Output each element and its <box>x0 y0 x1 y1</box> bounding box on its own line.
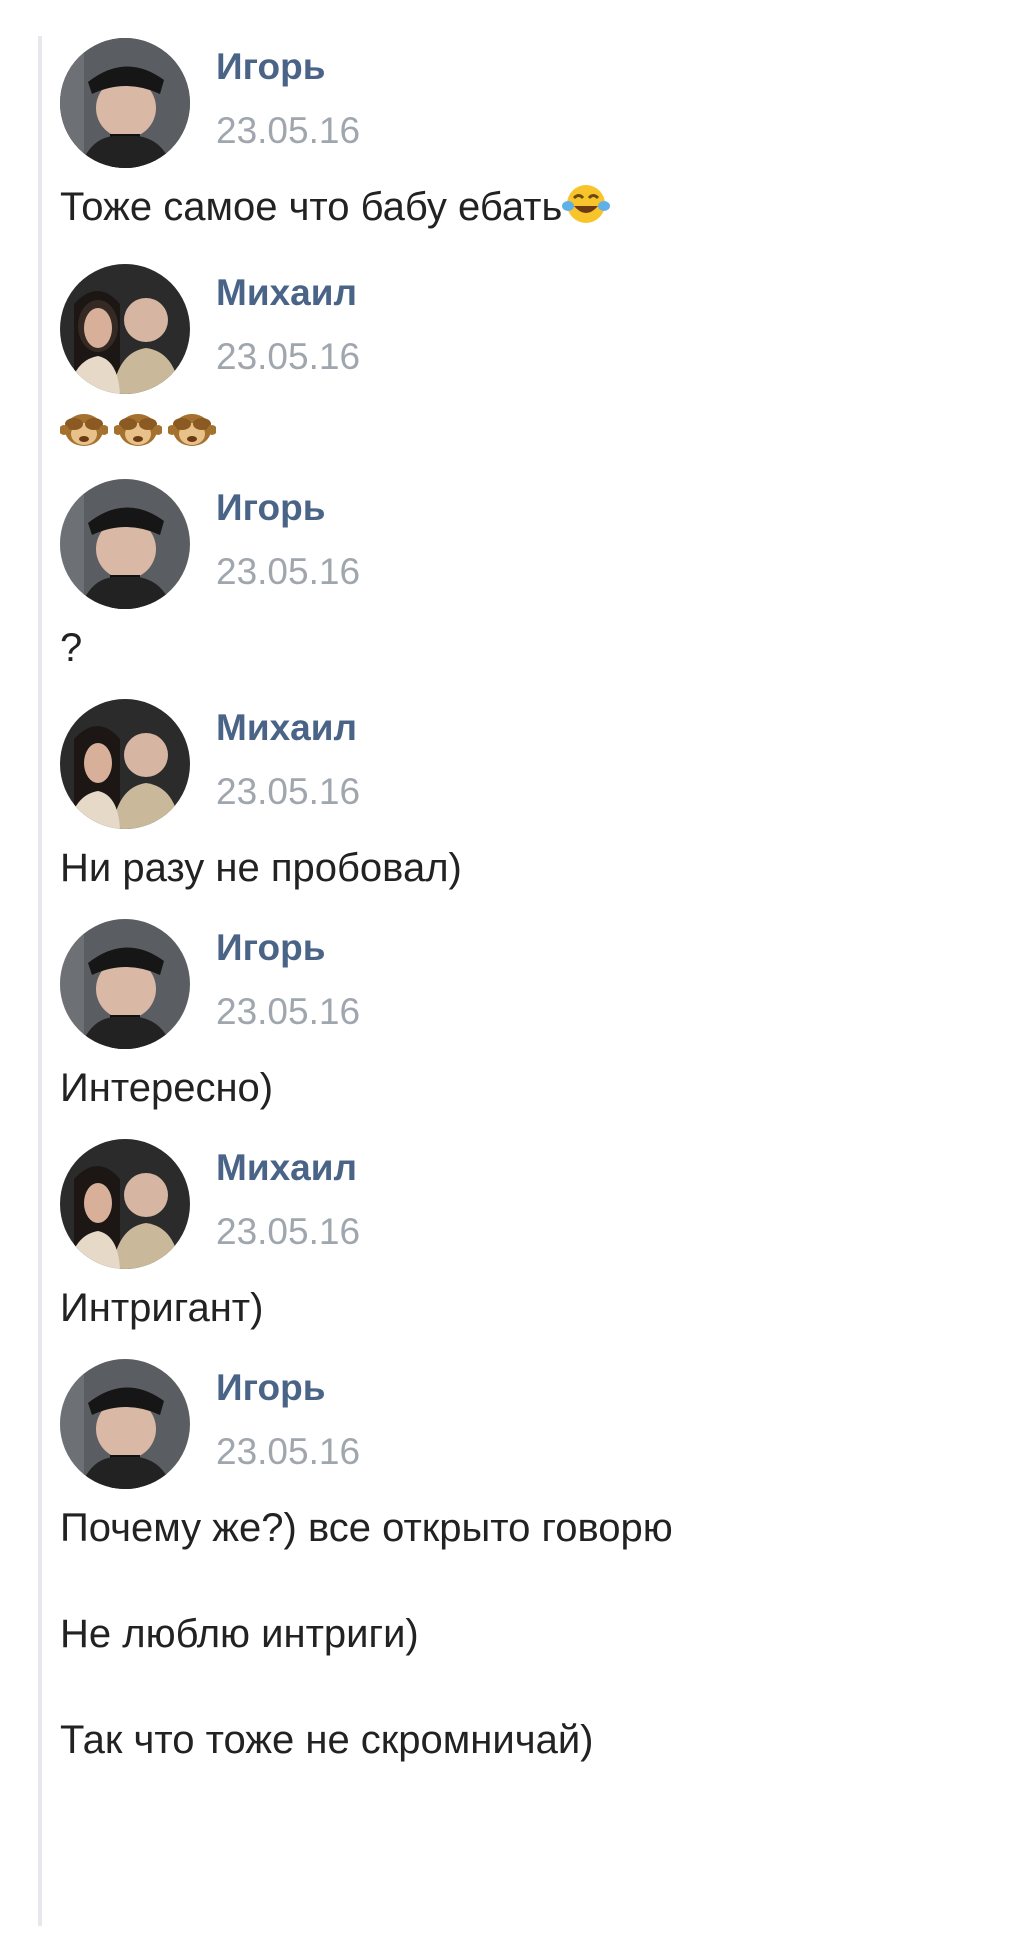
message: Игорь 23.05.16 Почему же?) все открыто г… <box>60 1359 1000 1765</box>
avatar-igor[interactable] <box>60 1359 190 1489</box>
message: Михаил 23.05.16 Интригант) <box>60 1139 1000 1333</box>
message: Михаил 23.05.16 Ни разу не пробовал) <box>60 699 1000 893</box>
conversation-border <box>38 36 42 1926</box>
message-line: Тоже самое что бабу ебать <box>60 185 563 229</box>
author-name[interactable]: Михаил <box>216 1145 360 1191</box>
message-line: Интересно) <box>60 1066 274 1110</box>
message-date: 23.05.16 <box>216 336 361 377</box>
message-text: Почему же?) все открыто говорю Не люблю … <box>60 1503 1000 1765</box>
message-emojis <box>59 408 1000 453</box>
avatar-mikhail[interactable] <box>60 1139 190 1269</box>
message-text: Ни разу не пробовал) <box>60 843 1000 893</box>
author-name[interactable]: Михаил <box>216 705 360 751</box>
message-date: 23.05.16 <box>216 1431 361 1472</box>
author-name[interactable]: Игорь <box>216 485 360 531</box>
message-date: 23.05.16 <box>216 991 361 1032</box>
see-no-evil-monkey-icon <box>59 408 109 453</box>
avatar-mikhail[interactable] <box>60 264 190 394</box>
author-name[interactable]: Игорь <box>216 925 360 971</box>
author-name[interactable]: Игорь <box>216 44 360 90</box>
message-line: ? <box>60 626 83 670</box>
see-no-evil-monkey-icon <box>113 408 163 453</box>
message-date: 23.05.16 <box>216 771 361 812</box>
message: Михаил 23.05.16 <box>59 264 1000 453</box>
message-text: ? <box>60 623 1000 673</box>
avatar-igor[interactable] <box>60 38 190 168</box>
avatar-igor[interactable] <box>60 919 190 1049</box>
message-line: Так что тоже не скромничай) <box>60 1718 594 1762</box>
author-name[interactable]: Игорь <box>216 1365 360 1411</box>
message-line: Не люблю интриги) <box>60 1612 419 1656</box>
message-line: Интригант) <box>60 1286 264 1330</box>
message-text: Тоже самое что бабу ебать <box>60 182 1000 238</box>
message-date: 23.05.16 <box>216 110 361 151</box>
avatar-mikhail[interactable] <box>60 699 190 829</box>
message-text: Интересно) <box>60 1063 1000 1113</box>
message-line: Почему же?) все открыто говорю <box>60 1506 673 1550</box>
message-feed: Игорь 23.05.16 Тоже самое что бабу ебать <box>59 38 1000 1791</box>
message-line: Ни разу не пробовал) <box>60 846 462 890</box>
message: Игорь 23.05.16 Тоже самое что бабу ебать <box>60 38 1000 238</box>
message-date: 23.05.16 <box>216 551 361 592</box>
message-text: Интригант) <box>60 1283 1000 1333</box>
message: Игорь 23.05.16 Интересно) <box>60 919 1000 1113</box>
author-name[interactable]: Михаил <box>216 270 360 316</box>
message: Игорь 23.05.16 ? <box>60 479 1000 673</box>
avatar-igor[interactable] <box>60 479 190 609</box>
see-no-evil-monkey-icon <box>167 408 217 453</box>
message-date: 23.05.16 <box>216 1211 361 1252</box>
face-with-tears-of-joy-icon <box>562 182 611 238</box>
